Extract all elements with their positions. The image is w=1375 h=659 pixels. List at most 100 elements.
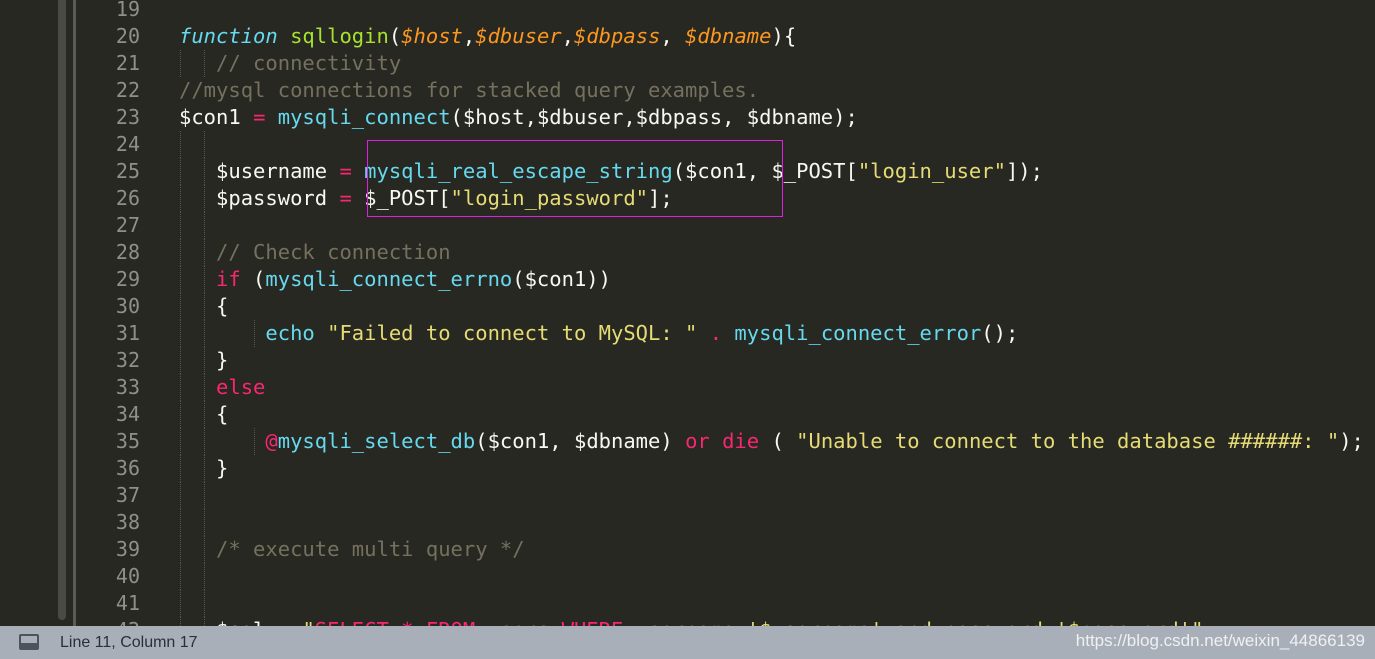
code-line[interactable]: 34 {	[0, 401, 1375, 428]
token-fn: sqllogin	[290, 24, 389, 48]
line-number: 29	[115, 267, 140, 291]
token-plain: (	[388, 24, 402, 48]
token-cm: //mysql connections for stacked query ex…	[179, 78, 760, 102]
line-number: 33	[115, 375, 140, 399]
line-number: 36	[115, 456, 140, 480]
indent-guide	[180, 590, 181, 617]
code-line[interactable]: 32 }	[0, 347, 1375, 374]
code-text: }	[179, 347, 228, 374]
code-line[interactable]: 23 $con1 = mysqli_connect($host,$dbuser,$…	[0, 104, 1375, 131]
token-plain: ();	[981, 321, 1019, 345]
token-plain: $con1	[179, 105, 254, 129]
code-text: // connectivity	[179, 50, 401, 77]
code-text: $con1 = mysqli_connect($host,$dbuser,$db…	[179, 104, 858, 131]
code-line[interactable]: 30 {	[0, 293, 1375, 320]
code-line[interactable]: 25 $username = mysqli_real_escape_string…	[0, 158, 1375, 185]
token-cm: // connectivity	[216, 51, 402, 75]
indent-guide	[180, 509, 181, 536]
line-number: 39	[115, 537, 140, 561]
code-line[interactable]: 24	[0, 131, 1375, 158]
token-plain: (	[240, 267, 266, 291]
code-line[interactable]: 35 @mysqli_select_db($con1, $dbname) or …	[0, 428, 1375, 455]
indent-guide	[180, 563, 181, 590]
token-op: =	[339, 186, 352, 210]
code-text: $password = $_POST["login_password"];	[179, 185, 673, 212]
token-param: $host	[401, 24, 463, 48]
token-op: .	[709, 321, 723, 345]
line-number: 37	[115, 483, 140, 507]
indent-guide	[180, 482, 181, 509]
line-number: 26	[115, 186, 140, 210]
indent-guide	[180, 212, 181, 239]
indent-guide	[204, 131, 205, 158]
line-number: 23	[115, 105, 140, 129]
code-text: function sqllogin($host,$dbuser,$dbpass,…	[179, 23, 796, 50]
token-op: or	[685, 429, 710, 453]
code-line[interactable]: 38	[0, 509, 1375, 536]
token-op: @	[265, 429, 278, 453]
token-plain: {	[179, 294, 229, 318]
token-plain: {	[179, 402, 229, 426]
token-cm: // Check connection	[216, 240, 451, 264]
token-call: echo	[265, 321, 315, 345]
line-number: 32	[115, 348, 140, 372]
code-line[interactable]: 29 if (mysqli_connect_errno($con1))	[0, 266, 1375, 293]
token-str: "login_password"	[450, 186, 649, 210]
code-line[interactable]: 28 // Check connection	[0, 239, 1375, 266]
indent-guide	[180, 131, 181, 158]
token-plain: $username	[179, 159, 340, 183]
line-number: 38	[115, 510, 140, 534]
token-plain: ){	[771, 24, 797, 48]
code-line[interactable]: 41	[0, 590, 1375, 617]
code-text: $username = mysqli_real_escape_string($c…	[179, 158, 1043, 185]
token-op: if	[216, 267, 241, 291]
indent-guide	[204, 482, 205, 509]
code-line[interactable]: 31 echo "Failed to connect to MySQL: " .…	[0, 320, 1375, 347]
indent-guide	[204, 509, 205, 536]
code-line[interactable]: 37	[0, 482, 1375, 509]
indent-guide	[204, 590, 205, 617]
token-plain: ($con1))	[512, 267, 611, 291]
code-line[interactable]: 22 //mysql connections for stacked query …	[0, 77, 1375, 104]
code-line[interactable]: 27	[0, 212, 1375, 239]
line-number: 21	[115, 51, 140, 75]
token-plain: ($host,$dbuser,$dbpass, $dbname);	[450, 105, 858, 129]
line-number: 22	[115, 78, 140, 102]
token-call: mysqli_select_db	[277, 429, 476, 453]
panel-toggle-icon[interactable]	[19, 634, 39, 650]
line-number: 31	[115, 321, 140, 345]
token-op: =	[339, 159, 352, 183]
code-line[interactable]: 39 /* execute multi query */	[0, 536, 1375, 563]
token-plain: }	[179, 348, 229, 372]
line-number: 35	[115, 429, 140, 453]
token-str: "Unable to connect to the database #####…	[796, 429, 1340, 453]
line-number: 34	[115, 402, 140, 426]
code-line[interactable]: 19	[0, 0, 1375, 23]
code-line[interactable]: 26 $password = $_POST["login_password"];	[0, 185, 1375, 212]
token-plain: ,	[462, 24, 476, 48]
code-text: {	[179, 293, 228, 320]
code-line[interactable]: 40	[0, 563, 1375, 590]
token-cm: /* execute multi query */	[216, 537, 525, 561]
token-op: else	[216, 375, 266, 399]
code-text: {	[179, 401, 228, 428]
token-plain: ($con1, $dbname)	[475, 429, 686, 453]
code-line[interactable]: 21 // connectivity	[0, 50, 1375, 77]
code-text: /* execute multi query */	[179, 536, 525, 563]
token-plain: $password	[179, 186, 340, 210]
line-number: 27	[115, 213, 140, 237]
code-text: // Check connection	[179, 239, 451, 266]
code-line[interactable]: 20 function sqllogin($host,$dbuser,$dbpas…	[0, 23, 1375, 50]
line-number: 25	[115, 159, 140, 183]
code-line[interactable]: 33 else	[0, 374, 1375, 401]
code-line[interactable]: 36 }	[0, 455, 1375, 482]
token-call: mysqli_connect_error	[734, 321, 982, 345]
line-number: 30	[115, 294, 140, 318]
